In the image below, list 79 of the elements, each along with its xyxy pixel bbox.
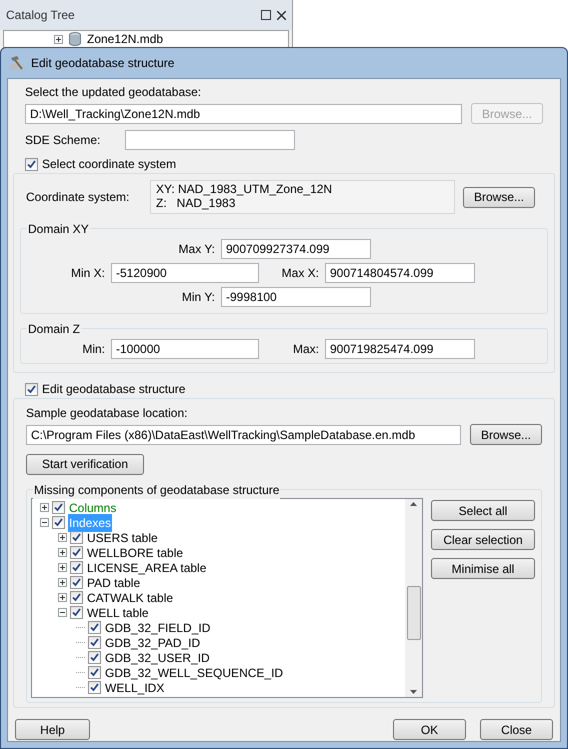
checkbox-label[interactable]: Edit geodatabase structure [42, 380, 186, 398]
expand-icon[interactable] [58, 563, 67, 572]
tree-item[interactable]: GDB_32_USER_ID [104, 648, 211, 666]
scroll-up-icon[interactable] [410, 502, 417, 506]
tree-item[interactable]: LICENSE_AREA table [86, 558, 208, 576]
maximize-icon[interactable] [261, 10, 271, 20]
scroll-thumb[interactable] [406, 586, 420, 640]
collapse-icon[interactable] [58, 608, 67, 617]
action-button[interactable]: Minimise all [431, 558, 535, 579]
max-x-field[interactable]: 900714804574.099 [325, 263, 475, 283]
action-button[interactable]: Clear selection [431, 529, 535, 550]
checkbox[interactable] [88, 636, 101, 649]
scroll-down-icon[interactable] [410, 690, 417, 694]
expand-icon[interactable] [40, 503, 49, 512]
max-field[interactable]: 900719825474.099 [325, 339, 475, 359]
field-label: Max Y: [178, 241, 215, 258]
field-label: Min X: [70, 265, 106, 282]
database-icon [69, 32, 81, 46]
tree-item[interactable]: PAD table [86, 574, 142, 592]
start-verification-button[interactable]: Start verification [26, 454, 144, 474]
scheme-field[interactable] [125, 130, 295, 150]
window-title: Edit geodatabase structure [31, 55, 174, 72]
expand-icon[interactable] [58, 548, 67, 557]
checkbox[interactable] [88, 681, 101, 694]
checkbox[interactable] [52, 501, 65, 514]
checkbox[interactable] [70, 591, 83, 604]
path-field[interactable]: D:\Well_Tracking\Zone12N.mdb [25, 104, 462, 124]
checkbox[interactable] [25, 382, 38, 396]
tree-item[interactable]: GDB_32_PAD_ID [104, 634, 202, 652]
coordinate-field: XY: NAD_1983_UTM_Zone_12N Z: NAD_1983 [150, 180, 455, 214]
hammer-icon [9, 55, 25, 71]
checkbox[interactable] [70, 606, 83, 619]
expand-icon[interactable] [58, 533, 67, 542]
tree-item[interactable]: GDB_32_FIELD_ID [104, 618, 212, 636]
tree-item[interactable]: USERS table [86, 528, 159, 546]
close-button[interactable]: Close [480, 719, 553, 740]
scrollbar[interactable] [405, 499, 422, 697]
expand-icon[interactable] [58, 593, 67, 602]
tree-item[interactable]: WELLBORE table [86, 544, 184, 562]
tree-item[interactable]: WELL table [86, 604, 150, 622]
help-button[interactable]: Help [15, 719, 90, 740]
expand-icon[interactable] [54, 34, 63, 44]
path-field[interactable]: C:\Program Files (x86)\DataEast\WellTracking\SampleDatabase.en.mdb [26, 424, 461, 444]
tree-item[interactable]: CATWALK table [86, 588, 174, 606]
min-x-field[interactable]: -5120900 [111, 263, 259, 283]
collapse-icon[interactable] [40, 518, 49, 527]
checkbox[interactable] [70, 576, 83, 589]
checkmark-icon [27, 384, 36, 394]
field-label: Min Y: [182, 289, 215, 306]
tree-item[interactable]: GDB_32_WELL_SEQUENCE_ID [104, 664, 284, 682]
checkbox[interactable] [88, 621, 101, 634]
field-label: Sample geodatabase location: [26, 405, 188, 422]
field-label: Min: [81, 341, 106, 358]
expand-icon[interactable] [58, 578, 67, 587]
checkbox[interactable] [88, 651, 101, 664]
field-label: SDE Scheme: [25, 132, 102, 149]
checkmark-icon [27, 160, 36, 168]
field-label: Max: [292, 341, 320, 358]
max-y-field[interactable]: 900709927374.099 [221, 239, 371, 259]
ok-button[interactable]: OK [393, 719, 466, 740]
checkbox[interactable] [52, 516, 65, 529]
min-field[interactable]: -100000 [111, 339, 259, 359]
min-y-field[interactable]: -9998100 [221, 287, 371, 307]
checkbox-label[interactable]: Select coordinate system [42, 155, 176, 173]
checkbox[interactable] [70, 531, 83, 544]
checkbox[interactable] [70, 546, 83, 559]
tree-item[interactable]: WELL_IDX [104, 678, 166, 696]
checkbox[interactable] [70, 561, 83, 574]
close-icon[interactable] [277, 10, 286, 20]
checkbox[interactable] [88, 666, 101, 679]
checkbox[interactable] [25, 158, 38, 170]
browse-button[interactable]: Browse... [463, 186, 535, 208]
browse-button[interactable]: Browse... [470, 424, 542, 445]
field-label: Coordinate system: [25, 189, 130, 206]
field-label: Max X: [280, 265, 320, 282]
action-button[interactable]: Select all [431, 500, 535, 521]
panel-title: Catalog Tree [6, 7, 75, 24]
tree-item[interactable]: Columns [68, 498, 118, 516]
field-label: Select the updated geodatabase: [25, 84, 202, 101]
